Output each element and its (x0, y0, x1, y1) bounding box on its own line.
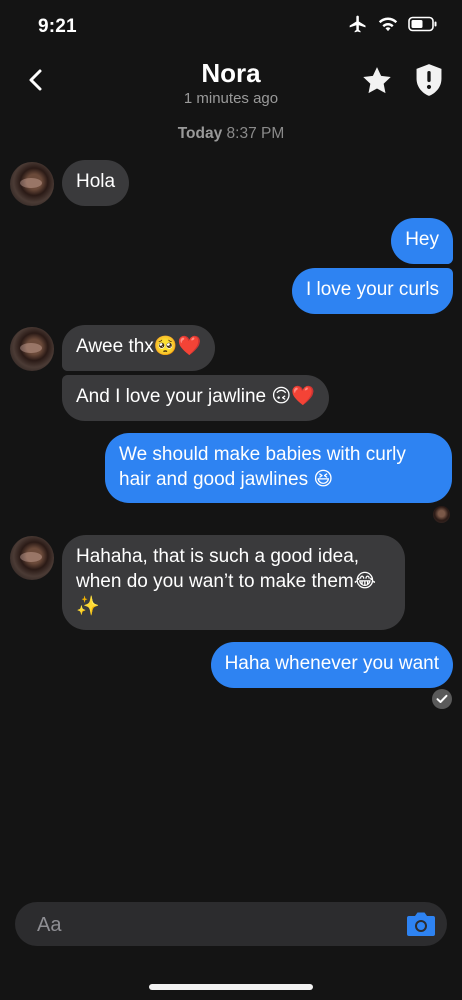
message-bubble-incoming[interactable]: Hola (62, 160, 130, 206)
status-icons (348, 14, 438, 34)
message-bubble-outgoing[interactable]: I love your curls (291, 268, 453, 314)
message-bubble-outgoing[interactable]: Haha whenever you want (210, 642, 453, 688)
avatar[interactable] (10, 327, 54, 371)
home-indicator (149, 984, 313, 990)
star-icon[interactable] (360, 64, 394, 98)
message-bubble-incoming[interactable]: Hahaha, that is such a good idea, when d… (62, 535, 405, 630)
avatar[interactable] (10, 162, 54, 206)
message-bubble-incoming[interactable]: Awee thx🥺❤️ (62, 325, 216, 371)
sent-check-icon (432, 689, 452, 709)
message-bubble-outgoing[interactable]: Hey (391, 218, 453, 264)
message-input[interactable] (35, 902, 399, 948)
message-bubble-incoming[interactable]: And I love your jawline 🙃❤️ (62, 375, 329, 421)
message-composer (15, 902, 447, 948)
timestamp-date: Today (177, 125, 223, 142)
timestamp-time: 8:37 PM (226, 125, 285, 142)
shield-alert-icon[interactable] (412, 62, 446, 98)
message-bubble-outgoing[interactable]: We should make babies with curly hair an… (105, 433, 452, 503)
airplane-icon (349, 15, 366, 33)
battery-icon (408, 16, 437, 32)
wifi-icon (378, 17, 398, 32)
seen-by-avatar (433, 506, 450, 523)
conversation-timestamp: Today 8:37 PM (0, 125, 462, 143)
camera-icon[interactable] (405, 909, 437, 939)
status-time: 9:21 (38, 16, 77, 37)
avatar[interactable] (10, 536, 54, 580)
